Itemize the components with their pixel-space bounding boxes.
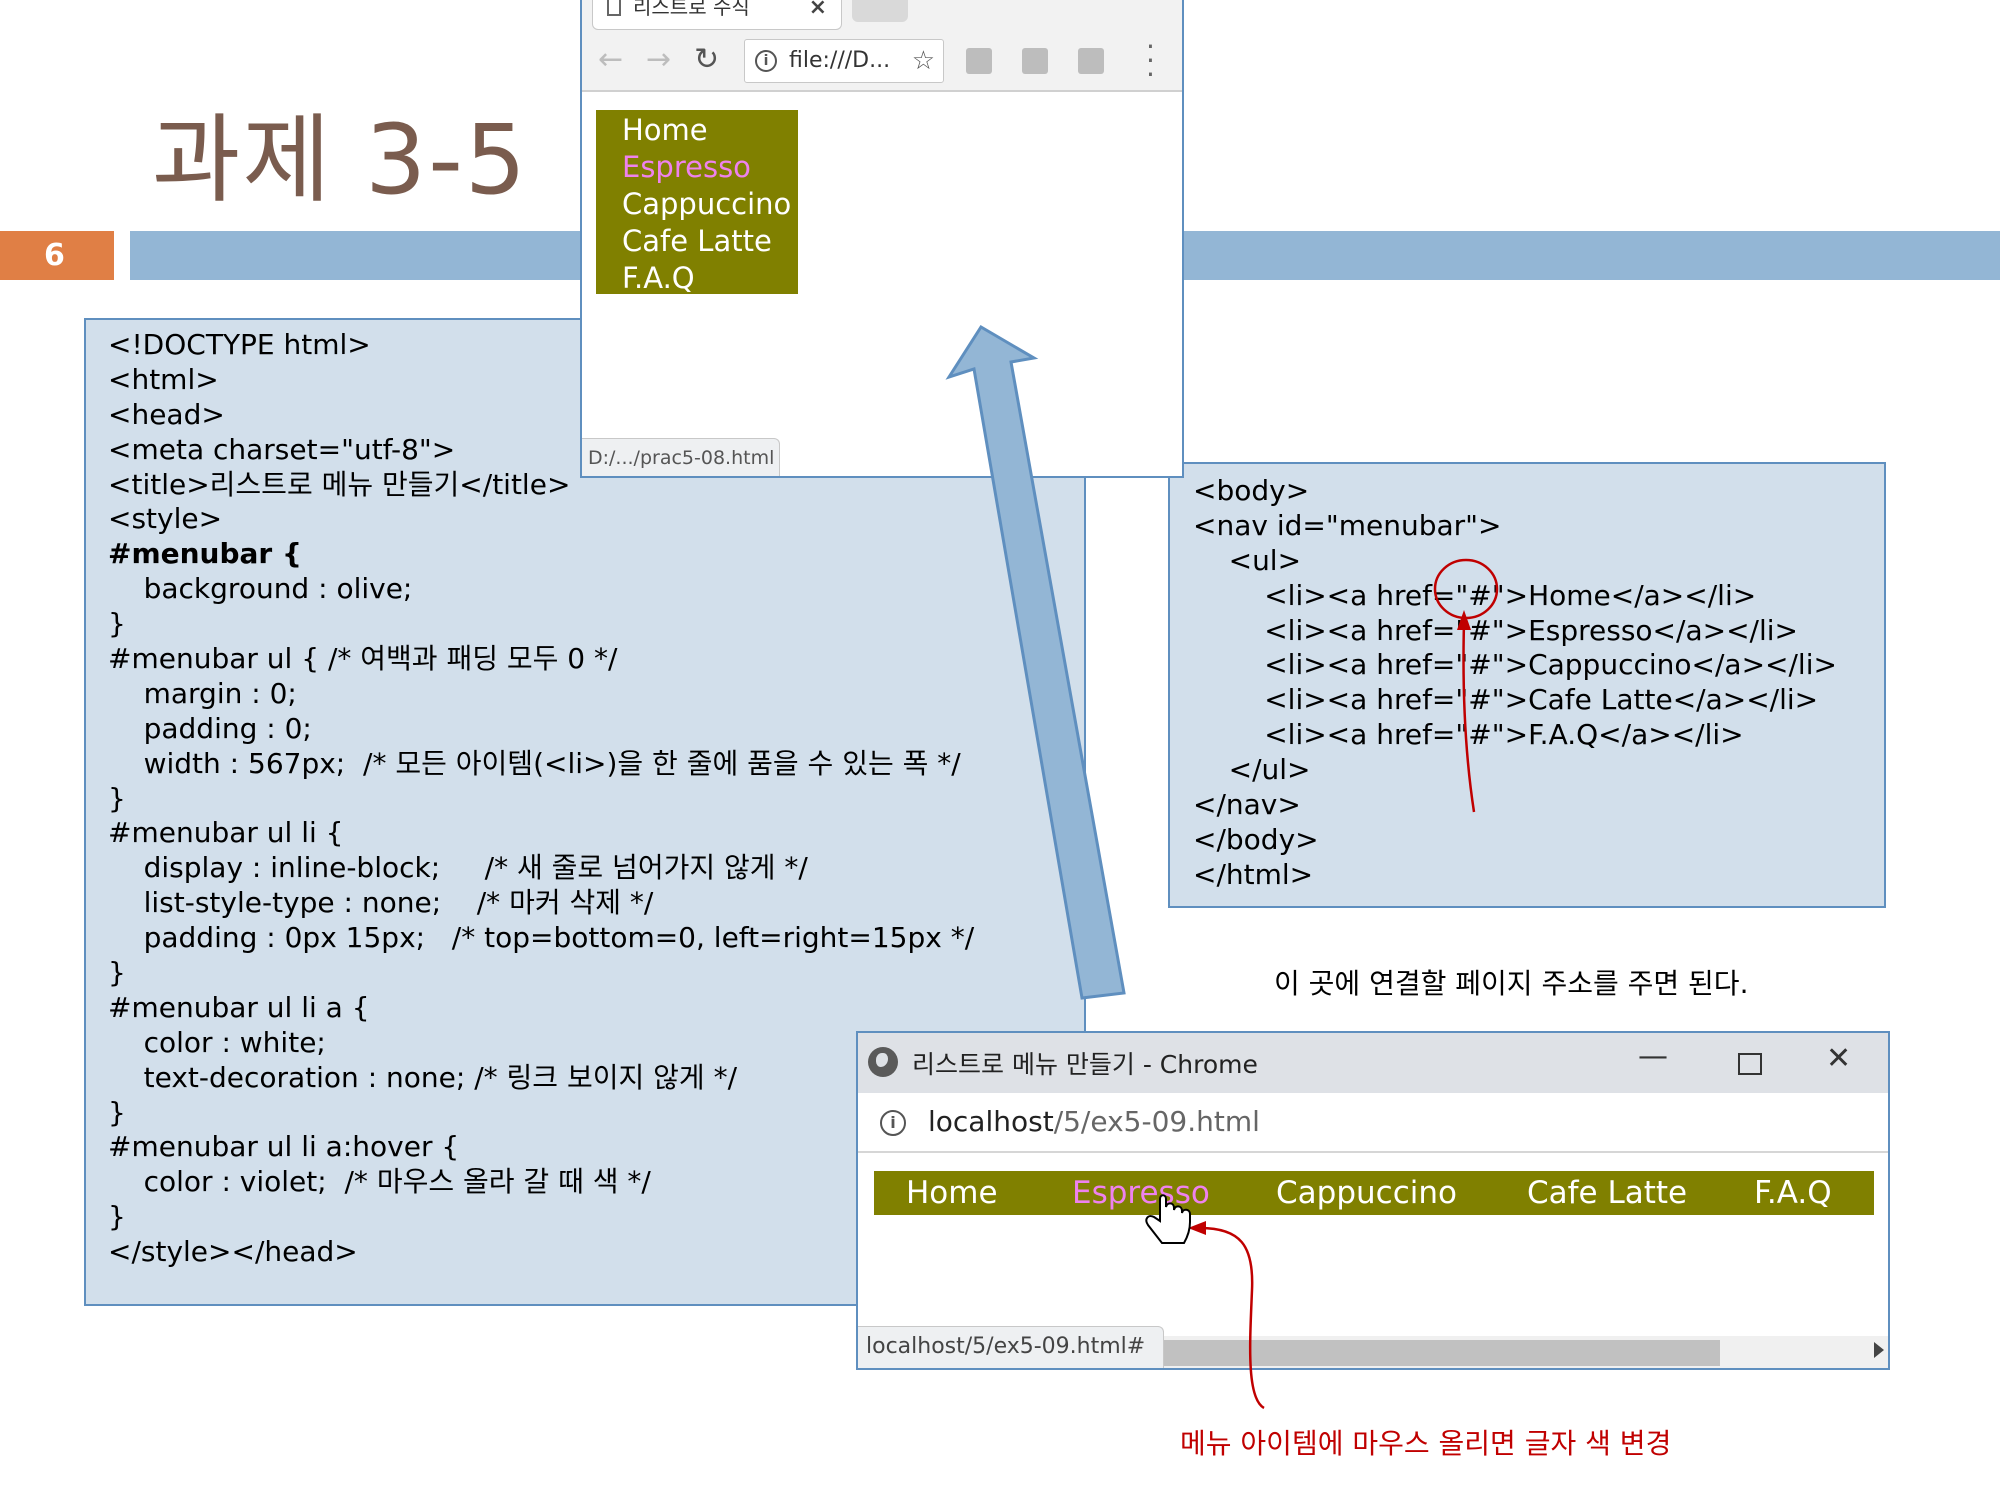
code-line: <body> (1193, 474, 1310, 507)
code-line: <li><a href="#">Cappuccino</a></li> (1193, 648, 1837, 682)
menu-item-cappuccino[interactable]: Cappuccino (622, 186, 798, 223)
close-tab-icon[interactable]: × (809, 0, 827, 19)
menu-item-cafe-latte[interactable]: Cafe Latte (1527, 1173, 1687, 1213)
forward-icon[interactable]: → (646, 42, 671, 77)
url-path: /5/ex5-09.html (1053, 1105, 1260, 1138)
code-line: </ul> (1193, 753, 1311, 787)
address-text: file:///D... (789, 48, 891, 73)
code-line: <li><a href="#">F.A.Q</a></li> (1193, 718, 1744, 752)
menu-item-espresso[interactable]: Espresso (622, 149, 798, 186)
scroll-right-icon[interactable] (1874, 1342, 1884, 1358)
code-line: </html> (1193, 857, 1314, 891)
code-line: <li><a href="#">Home</a></li> (1193, 578, 1757, 612)
reload-icon[interactable]: ↻ (694, 42, 719, 77)
menu-item-home[interactable]: Home (622, 112, 798, 149)
tab-title: 리스트로 수직 (633, 0, 750, 19)
horizontal-menubar: Home Espresso Cappuccino Cafe Latte F.A.… (874, 1171, 1874, 1215)
code-line: #menubar ul { /* 여백과 패딩 모두 0 */ (108, 642, 618, 676)
extension-icon[interactable] (966, 48, 992, 74)
back-icon[interactable]: ← (598, 42, 623, 77)
info-icon[interactable]: i (755, 50, 777, 72)
code-line: padding : 0; (108, 711, 312, 745)
page-number-badge: 6 (0, 231, 114, 280)
maximize-icon[interactable] (1738, 1053, 1762, 1075)
window-titlebar: 리스트로 메뉴 만들기 - Chrome — ✕ (858, 1033, 1888, 1093)
vertical-menubar: Home Espresso Cappuccino Cafe Latte F.A.… (596, 110, 798, 297)
code-line: } (108, 607, 126, 641)
menu-item-cappuccino[interactable]: Cappuccino (1276, 1173, 1457, 1213)
menu-item-home[interactable]: Home (906, 1173, 998, 1213)
code-line: } (108, 781, 126, 815)
new-tab-button[interactable] (852, 0, 908, 22)
url-host: localhost (928, 1105, 1054, 1138)
extension-icon[interactable] (1022, 48, 1048, 74)
bookmark-star-icon[interactable]: ☆ (912, 40, 935, 82)
code-line: background : olive; (108, 572, 413, 606)
browser-window-horizontal: 리스트로 메뉴 만들기 - Chrome — ✕ i localhost/5/e… (856, 1031, 1890, 1370)
code-line: <style> (108, 502, 223, 536)
browser-tab[interactable]: 리스트로 수직 × (592, 0, 842, 30)
browser-window-vertical: 리스트로 수직 × ← → ↻ i file:///D... ☆ · · · Hom… (580, 0, 1184, 478)
menu-item-faq[interactable]: F.A.Q (1754, 1173, 1832, 1213)
code-line: #menubar { (108, 537, 302, 571)
code-line: margin : 0; (108, 676, 297, 710)
menu-item-espresso[interactable]: Espresso (1072, 1173, 1210, 1213)
scrollbar-thumb[interactable] (1164, 1340, 1720, 1366)
horizontal-scrollbar[interactable] (1164, 1336, 1888, 1368)
code-line: <nav id="menubar"> (1193, 508, 1502, 542)
hover-hint-note: 메뉴 아이템에 마우스 올리면 글자 색 변경 (1180, 1427, 1672, 1460)
tab-strip: 리스트로 수직 × (582, 0, 1182, 30)
browser-toolbar: ← → ↻ i file:///D... ☆ · · · (582, 30, 1182, 92)
code-line: <li><a href="#">Cafe Latte</a></li> (1193, 683, 1819, 717)
menu-item-cafe-latte[interactable]: Cafe Latte (622, 223, 798, 260)
status-bar: D:/.../prac5-08.html (582, 438, 780, 476)
window-title: 리스트로 메뉴 만들기 - Chrome (912, 1050, 1258, 1079)
code-line: <ul> (1193, 543, 1302, 577)
slide-title: 과제 3-5 (152, 104, 528, 216)
extension-icon[interactable] (1078, 48, 1104, 74)
address-bar[interactable]: i localhost/5/ex5-09.html (858, 1093, 1888, 1153)
code-line: #menubar ul li a { (108, 990, 370, 1024)
address-text: localhost/5/ex5-09.html (928, 1105, 1260, 1138)
address-bar[interactable]: i file:///D... ☆ (744, 39, 944, 83)
close-window-icon[interactable]: ✕ (1826, 1041, 1851, 1076)
link-hint-note: 이 곳에 연결할 페이지 주소를 주면 된다. (1274, 967, 1749, 1000)
minimize-icon[interactable]: — (1638, 1039, 1668, 1074)
more-menu-icon[interactable]: · · · (1146, 33, 1155, 89)
code-line: </body> (1193, 822, 1319, 856)
code-line: <li><a href="#">Espresso</a></li> (1193, 613, 1798, 647)
code-line: </nav> (1193, 788, 1301, 822)
code-line: padding : 0px 15px; /* top=bottom=0, lef… (108, 921, 975, 955)
code-line: list-style-type : none; /* 마커 삭제 */ (108, 886, 654, 920)
status-bar: localhost/5/ex5-09.html# (858, 1326, 1164, 1368)
info-icon[interactable]: i (880, 1110, 906, 1136)
menu-item-faq[interactable]: F.A.Q (622, 260, 798, 297)
html-code-box: <body> <nav id="menubar"> <ul> <li><a hr… (1168, 462, 1886, 908)
globe-icon (868, 1047, 898, 1077)
code-line: } (108, 956, 126, 990)
code-line: width : 567px; /* 모든 아이템(<li>)을 한 줄에 품을 … (108, 746, 961, 780)
code-line: display : inline-block; /* 새 줄로 넘어가지 않게 … (108, 851, 808, 885)
code-line: #menubar ul li { (108, 816, 344, 850)
document-icon (607, 0, 621, 16)
